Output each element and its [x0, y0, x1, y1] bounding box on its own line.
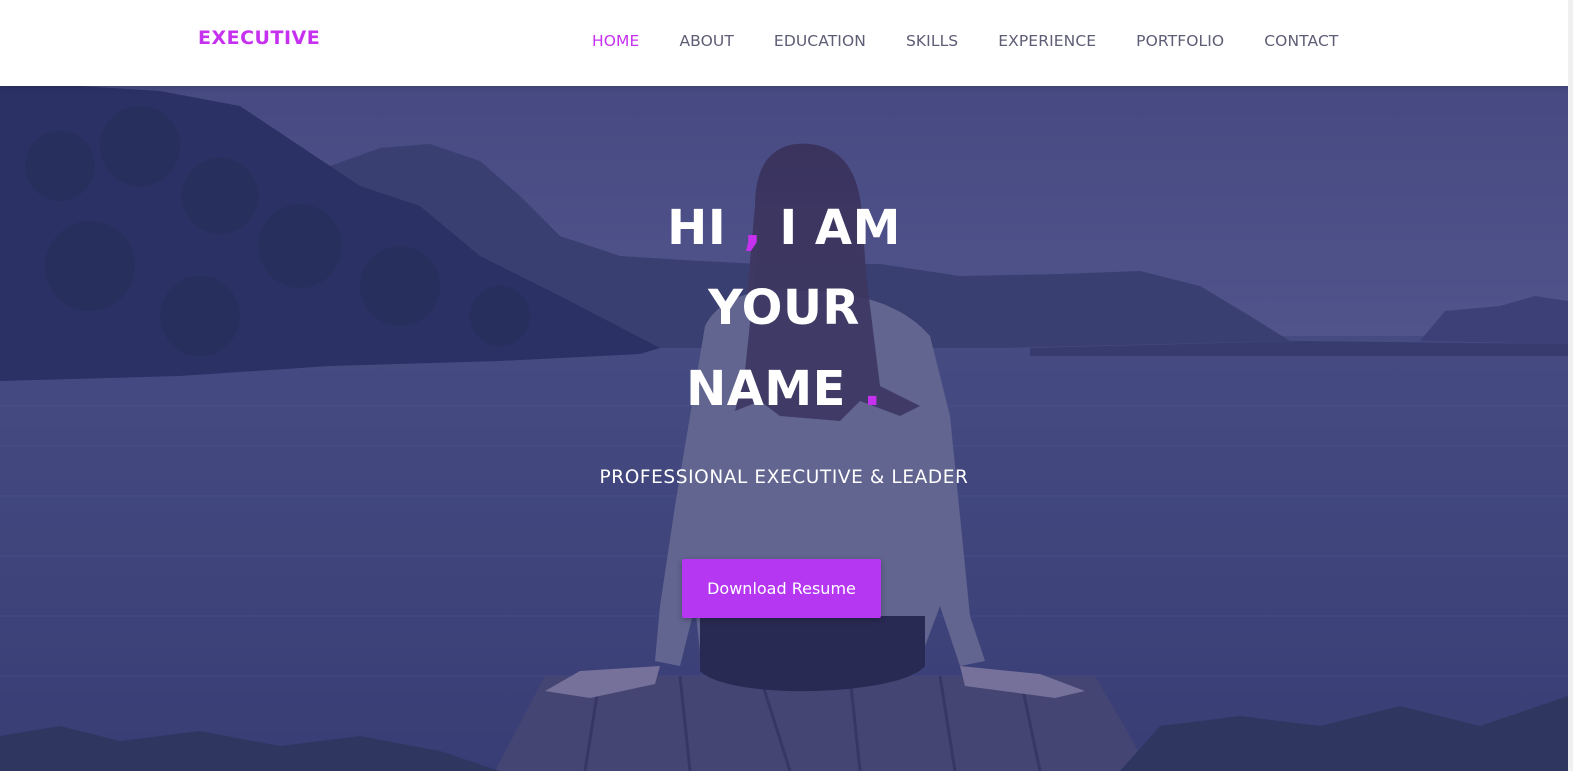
- headline-text: NAME: [686, 361, 846, 417]
- hero-subtitle: PROFESSIONAL EXECUTIVE & LEADER: [599, 467, 969, 488]
- nav-item-portfolio[interactable]: PORTFOLIO: [1136, 32, 1224, 50]
- navbar: EXECUTIVE HOME ABOUT EDUCATION SKILLS EX…: [0, 0, 1568, 86]
- headline-line-3: NAME .: [0, 365, 1568, 413]
- nav-item-about[interactable]: ABOUT: [679, 32, 733, 50]
- nav-menu: HOME ABOUT EDUCATION SKILLS EXPERIENCE P…: [592, 31, 1338, 50]
- headline-text: HI: [667, 200, 727, 256]
- headline-line-1: HI , I AM: [0, 204, 1568, 252]
- page-scrollbar[interactable]: [1568, 0, 1573, 771]
- headline-accent-dot: .: [863, 361, 882, 417]
- headline-text: I AM: [779, 200, 901, 256]
- hero-section: HI , I AM YOUR NAME . PROFESSIONAL EXECU…: [0, 86, 1568, 771]
- headline-line-2: YOUR: [708, 280, 860, 336]
- hero-content: HI , I AM YOUR NAME . PROFESSIONAL EXECU…: [0, 86, 1568, 771]
- nav-item-contact[interactable]: CONTACT: [1264, 32, 1338, 50]
- nav-item-experience[interactable]: EXPERIENCE: [998, 32, 1096, 50]
- nav-item-education[interactable]: EDUCATION: [774, 32, 866, 50]
- page: EXECUTIVE HOME ABOUT EDUCATION SKILLS EX…: [0, 0, 1573, 771]
- brand-logo[interactable]: EXECUTIVE: [198, 27, 320, 49]
- nav-item-home[interactable]: HOME: [592, 32, 639, 50]
- download-resume-button[interactable]: Download Resume: [682, 559, 881, 618]
- headline-accent-comma: ,: [743, 200, 763, 256]
- nav-item-skills[interactable]: SKILLS: [906, 32, 958, 50]
